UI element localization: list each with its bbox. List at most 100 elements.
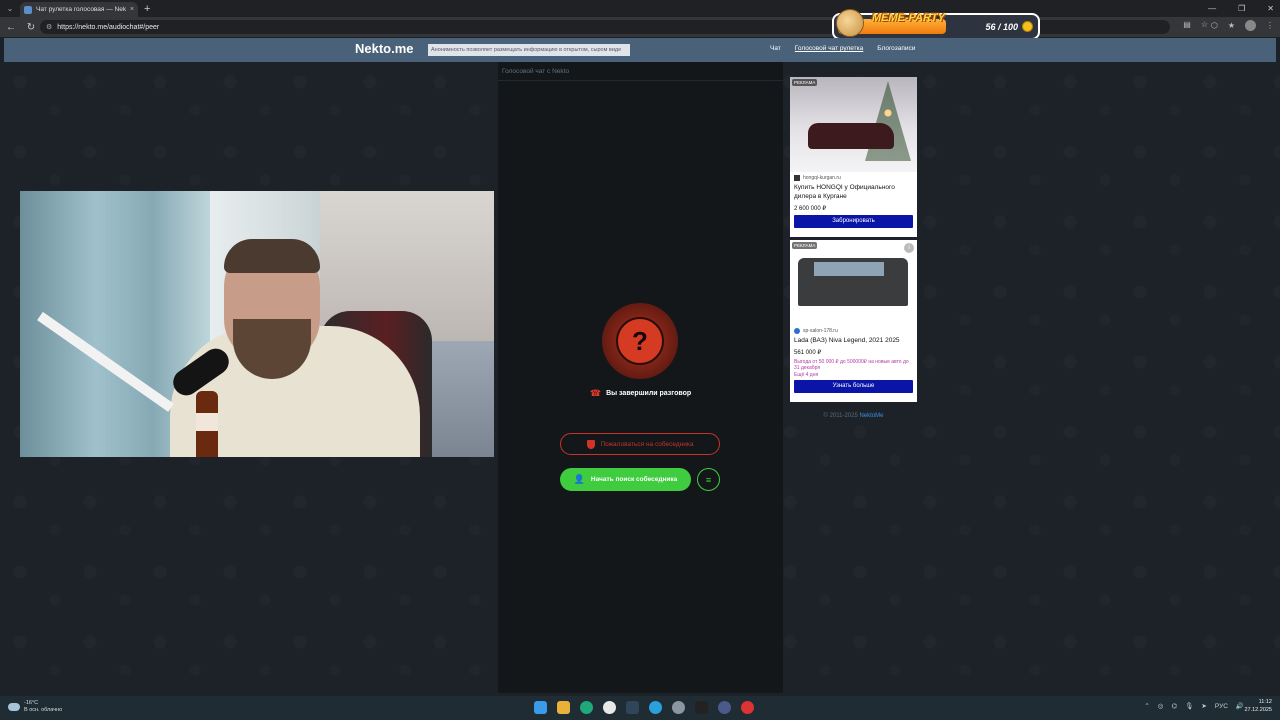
ad-body: sp-salon-178.ru Lada (ВАЗ) Niva Legend, … [790, 325, 917, 396]
ad-promo: Выгода от 50 000 ₽ до 500000₽ на новые а… [794, 358, 909, 372]
site-logo[interactable]: Nekto.me [355, 41, 414, 56]
menu-icon[interactable]: ⋮ [1266, 21, 1274, 30]
volume-icon[interactable]: 🔊 [1236, 702, 1244, 710]
taskbar-apps [534, 701, 754, 714]
status-indicator: ? [602, 303, 678, 379]
meme-party-inner: MEME-PARTY 56 / 100 [834, 9, 1038, 38]
report-button-label: Пожаловаться на собеседника [600, 440, 694, 448]
ad-book-button[interactable]: Забронировать [794, 214, 913, 228]
obs-icon[interactable] [695, 701, 708, 714]
coin-icon [1022, 21, 1033, 32]
weather-widget[interactable]: -16°C В осн. облачно [8, 700, 62, 714]
ad-title[interactable]: Купить HONGQI у Официального дилера в Ку… [794, 184, 913, 202]
ad-price: 561 000 ₽ [794, 349, 822, 356]
tab-close-icon[interactable]: × [130, 6, 134, 13]
ad-title[interactable]: Lada (ВАЗ) Niva Legend, 2021 2025 [794, 337, 913, 346]
maximize-icon[interactable]: ❐ [1238, 4, 1245, 13]
ad-image-niva[interactable]: РЕКЛАМА i [790, 240, 917, 325]
call-ended-status: ☎ Вы завершили разговор [498, 388, 783, 399]
nav-voice-roulette[interactable]: Голосовой чат рулетка [795, 45, 863, 52]
bookmark-star-icon[interactable]: ☆ [1201, 20, 1208, 29]
window-controls: — ❐ ✕ [1208, 0, 1274, 17]
start-icon[interactable] [534, 701, 547, 714]
site-nav: Чат Голосовой чат рулетка Блогозаписи [770, 45, 915, 52]
reader-icon[interactable]: ▤ [1183, 20, 1191, 29]
video-person-hair [224, 239, 320, 273]
url-actions: ▤ ☆ [1183, 20, 1208, 29]
site-info-icon[interactable]: ⚙ [46, 23, 52, 31]
ad-price: 2 600 000 ₽ [794, 205, 827, 212]
video-bottle-label [196, 413, 218, 431]
start-search-button[interactable]: 👤 Начать поиск собеседника [560, 468, 691, 491]
favicon-icon [24, 5, 32, 14]
doge-icon [836, 9, 864, 37]
new-tab-button[interactable]: + [144, 3, 150, 15]
extensions-icon[interactable]: ⬡ [1211, 21, 1218, 30]
meme-party-widget: MEME-PARTY 56 / 100 [832, 9, 1040, 40]
ad-card-niva[interactable]: РЕКЛАМА i sp-salon-178.ru Lada (ВАЗ) Niv… [790, 240, 917, 402]
telegram-icon[interactable] [649, 701, 662, 714]
domain-favicon-icon [794, 328, 800, 334]
ad-domain-text: sp-salon-178.ru [803, 328, 838, 334]
call-ended-text: Вы завершили разговор [606, 390, 692, 397]
back-icon[interactable]: ← [6, 22, 16, 33]
ad-image-hongqi[interactable]: РЕКЛАМА [790, 77, 917, 172]
chat-header: Голосовой чат с Nekto [498, 62, 783, 81]
favorites-icon[interactable]: ★ [1228, 21, 1235, 30]
ad-domain[interactable]: sp-salon-178.ru [794, 328, 913, 334]
tray-mic-icon[interactable]: 🎙 [1185, 702, 1193, 710]
recorder-icon[interactable] [741, 701, 754, 714]
shield-icon [586, 439, 595, 449]
browser-tabbar: ⌄ Чат рулетка голосовая — Nekto.me × + —… [0, 0, 1280, 17]
url-text: https://nekto.me/audiochat#/peer [57, 23, 160, 31]
ad-card-hongqi[interactable]: РЕКЛАМА hongqi-kurgan.ru Купить HONGQI у… [790, 77, 917, 237]
nav-chat[interactable]: Чат [770, 45, 781, 52]
edge-icon[interactable] [580, 701, 593, 714]
reload-icon[interactable]: ↻ [26, 22, 36, 33]
report-button[interactable]: Пожаловаться на собеседника [560, 433, 720, 455]
anonymity-notice: Анонимность позволяет размещать информац… [428, 44, 630, 56]
cloud-icon [8, 703, 20, 712]
clock[interactable]: 11:12 27.12.2025 [1244, 699, 1272, 715]
ad-label: РЕКЛАМА [792, 79, 818, 86]
clock-date: 27.12.2025 [1244, 706, 1272, 713]
settings-icon[interactable] [672, 701, 685, 714]
ad-info-icon[interactable]: i [904, 243, 914, 253]
yandex-icon[interactable] [603, 701, 616, 714]
search-settings-button[interactable]: ≡ [697, 468, 720, 491]
ad-learn-more-button[interactable]: Узнать больше [794, 380, 913, 394]
close-window-icon[interactable]: ✕ [1267, 4, 1274, 13]
copyright-text: © 2011-2025 [823, 413, 858, 419]
address-bar-row: ← ↻ ⚙ https://nekto.me/audiochat#/peer ▤… [0, 17, 1280, 37]
toolbar-right: ⬡ ★ ⋮ [1211, 20, 1274, 31]
meme-party-count: 56 / 100 [985, 22, 1018, 32]
steam-icon[interactable] [626, 701, 639, 714]
user-search-icon: 👤 [573, 474, 585, 484]
car-graphic [808, 123, 894, 149]
tray-telegram-icon[interactable]: ➤ [1201, 702, 1206, 710]
car-window-graphic [814, 262, 884, 276]
weather-text: -16°C В осн. облачно [24, 700, 62, 714]
minimize-icon[interactable]: — [1208, 4, 1216, 13]
start-search-label: Начать поиск собеседника [590, 476, 678, 483]
hangup-phone-icon: ☎ [589, 388, 602, 398]
ad-label: РЕКЛАМА [792, 242, 818, 249]
browser-tab[interactable]: Чат рулетка голосовая — Nekto.me × [20, 2, 138, 17]
tray-steam-icon[interactable]: ◎ [1158, 702, 1164, 710]
ad-domain[interactable]: hongqi-kurgan.ru [794, 175, 913, 181]
tray-chevron-icon[interactable]: ⌃ [1144, 702, 1149, 710]
temperature: -16°C [24, 700, 39, 706]
webcam-video [20, 191, 494, 457]
system-tray: ⌃ ◎ ⌬ 🎙 ➤ РУС 🔊 [1144, 702, 1244, 711]
app-icon[interactable] [718, 701, 731, 714]
site-header: Nekto.me Анонимность позволяет размещать… [4, 38, 1276, 62]
language-indicator[interactable]: РУС [1215, 703, 1228, 710]
tray-network-icon[interactable]: ⌬ [1171, 702, 1177, 710]
nav-blog[interactable]: Блогозаписи [877, 45, 915, 52]
footer-link[interactable]: NektoMe [860, 413, 884, 419]
voice-chat-panel: Голосовой чат с Nekto ? ☎ Вы завершили р… [498, 62, 783, 693]
profile-avatar[interactable] [1245, 20, 1256, 31]
tab-search-icon[interactable]: ⌄ [0, 0, 20, 17]
ad-promo-days: Ещё 4 дня [794, 371, 819, 378]
file-explorer-icon[interactable] [557, 701, 570, 714]
